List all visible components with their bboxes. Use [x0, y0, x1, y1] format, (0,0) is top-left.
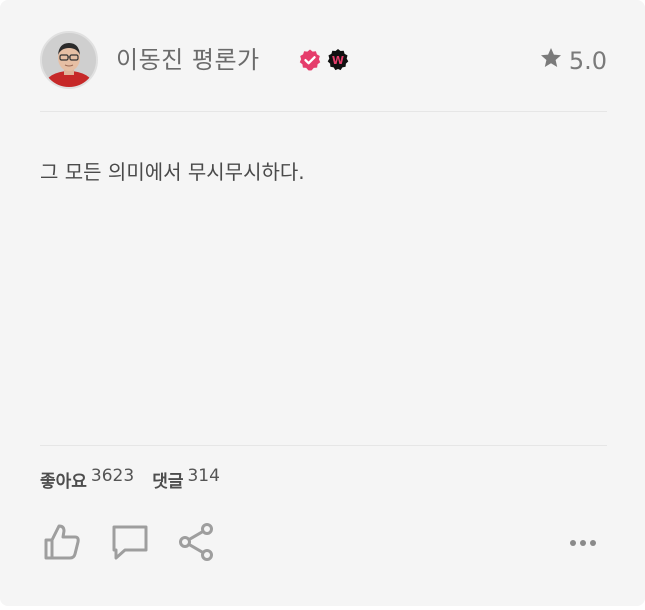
w-badge-icon: W: [326, 48, 350, 76]
share-icon: [179, 523, 213, 561]
like-label: 좋아요: [40, 472, 87, 492]
comment-bubble-icon: [112, 525, 148, 560]
comment-label: 댓글: [152, 472, 184, 492]
author-name[interactable]: 이동진 평론가: [116, 44, 260, 76]
like-count: 3623: [90, 466, 135, 486]
svg-text:W: W: [332, 54, 344, 67]
review-text: 그 모든 의미에서 무시무시하다.: [40, 160, 305, 184]
footer-divider: [40, 445, 607, 446]
more-dots-icon: [570, 540, 596, 546]
comment-count: 314: [187, 466, 220, 486]
header-divider: [40, 111, 607, 112]
rating-value: 5.0: [568, 47, 607, 75]
avatar[interactable]: [40, 31, 98, 89]
rating: 5.0: [539, 44, 607, 78]
review-stats: 좋아요 3623 댓글 314: [40, 466, 220, 498]
thumbs-up-icon: [44, 524, 80, 560]
more-options-button[interactable]: [562, 528, 602, 558]
verified-check-icon: [298, 48, 322, 76]
comment-button[interactable]: [108, 520, 152, 564]
review-card: 이동진 평론가 W 5.0 그 모든 의미에서 무시무시하다. 좋아요 3623…: [0, 0, 645, 606]
share-button[interactable]: [175, 520, 219, 564]
like-button[interactable]: [40, 520, 84, 564]
star-icon: [539, 46, 563, 76]
avatar-image: [42, 33, 96, 87]
